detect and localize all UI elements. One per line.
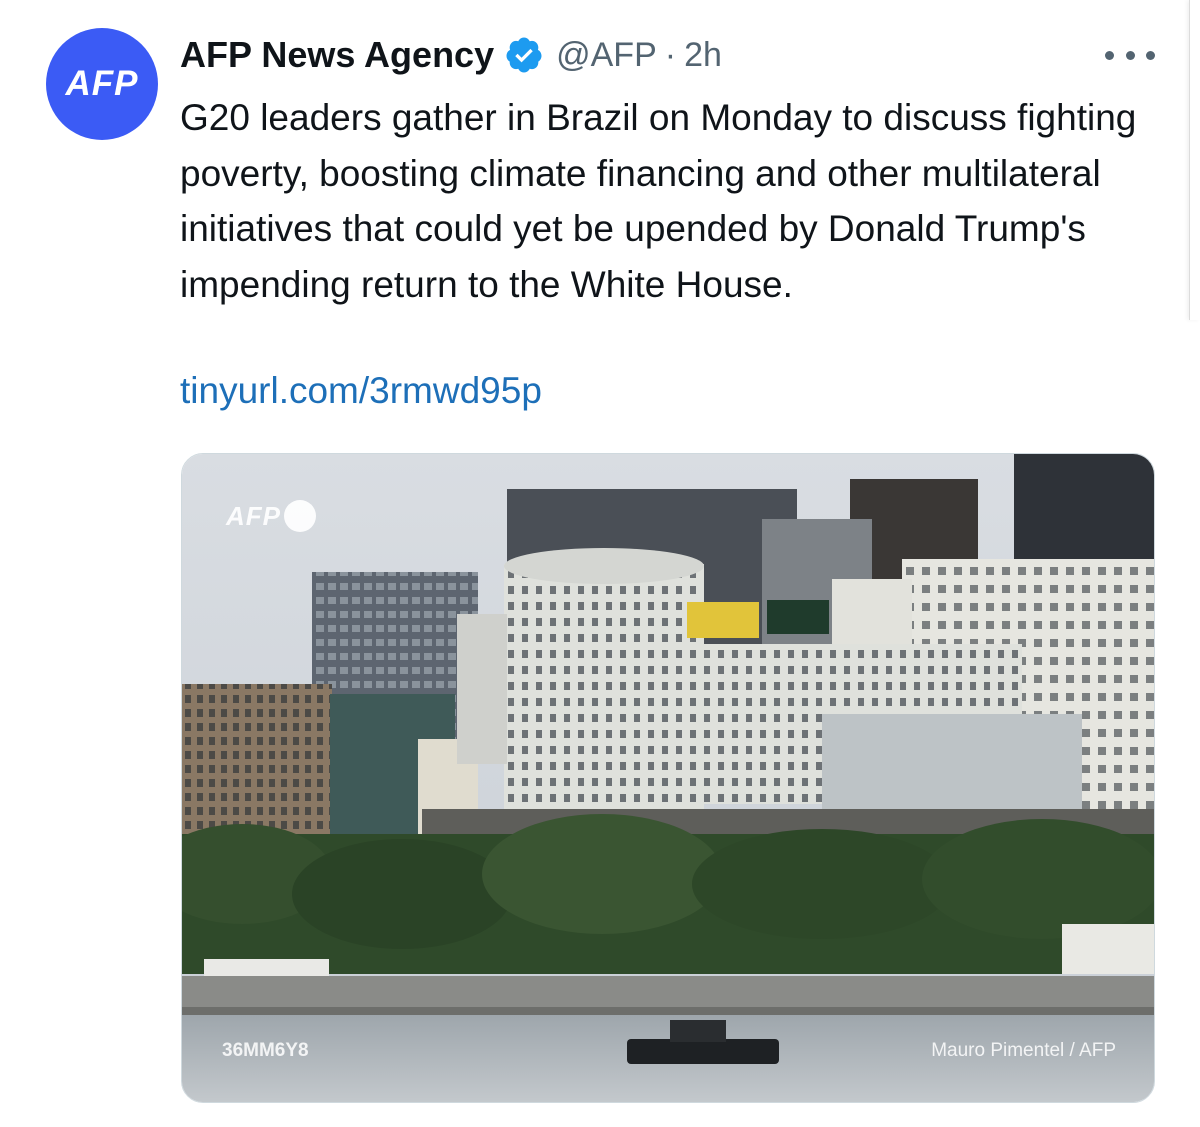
afp-watermark-logo: AFP [226,500,316,532]
verified-badge-icon [506,37,542,73]
tweet-photo[interactable]: AFP 36MM6Y8 Mauro Pimentel / AFP [181,453,1155,1103]
timestamp[interactable]: 2h [684,36,722,75]
photo-code: 36MM6Y8 [222,1040,309,1061]
watermark-text: AFP [226,500,281,531]
photo-credit: Mauro Pimentel / AFP [931,1040,1116,1061]
more-options-icon[interactable] [1105,40,1155,70]
avatar-logo-text: AFP [65,64,139,103]
scrollbar-edge [1189,0,1200,320]
avatar[interactable]: AFP [46,28,158,140]
more-dot [1125,50,1135,60]
watermark-dot [284,500,316,532]
tweet-text: G20 leaders gather in Brazil on Monday t… [180,97,1137,305]
more-dot [1146,50,1155,60]
display-name[interactable]: AFP News Agency [180,34,494,76]
tweet-link[interactable]: tinyurl.com/3rmwd95p [180,366,542,416]
tweet-header: AFP News Agency @AFP · 2h [180,30,722,80]
cityscape-photo [182,454,1154,1102]
more-dot [1105,50,1114,60]
separator-dot: · [664,35,677,74]
handle[interactable]: @AFP [556,36,657,75]
